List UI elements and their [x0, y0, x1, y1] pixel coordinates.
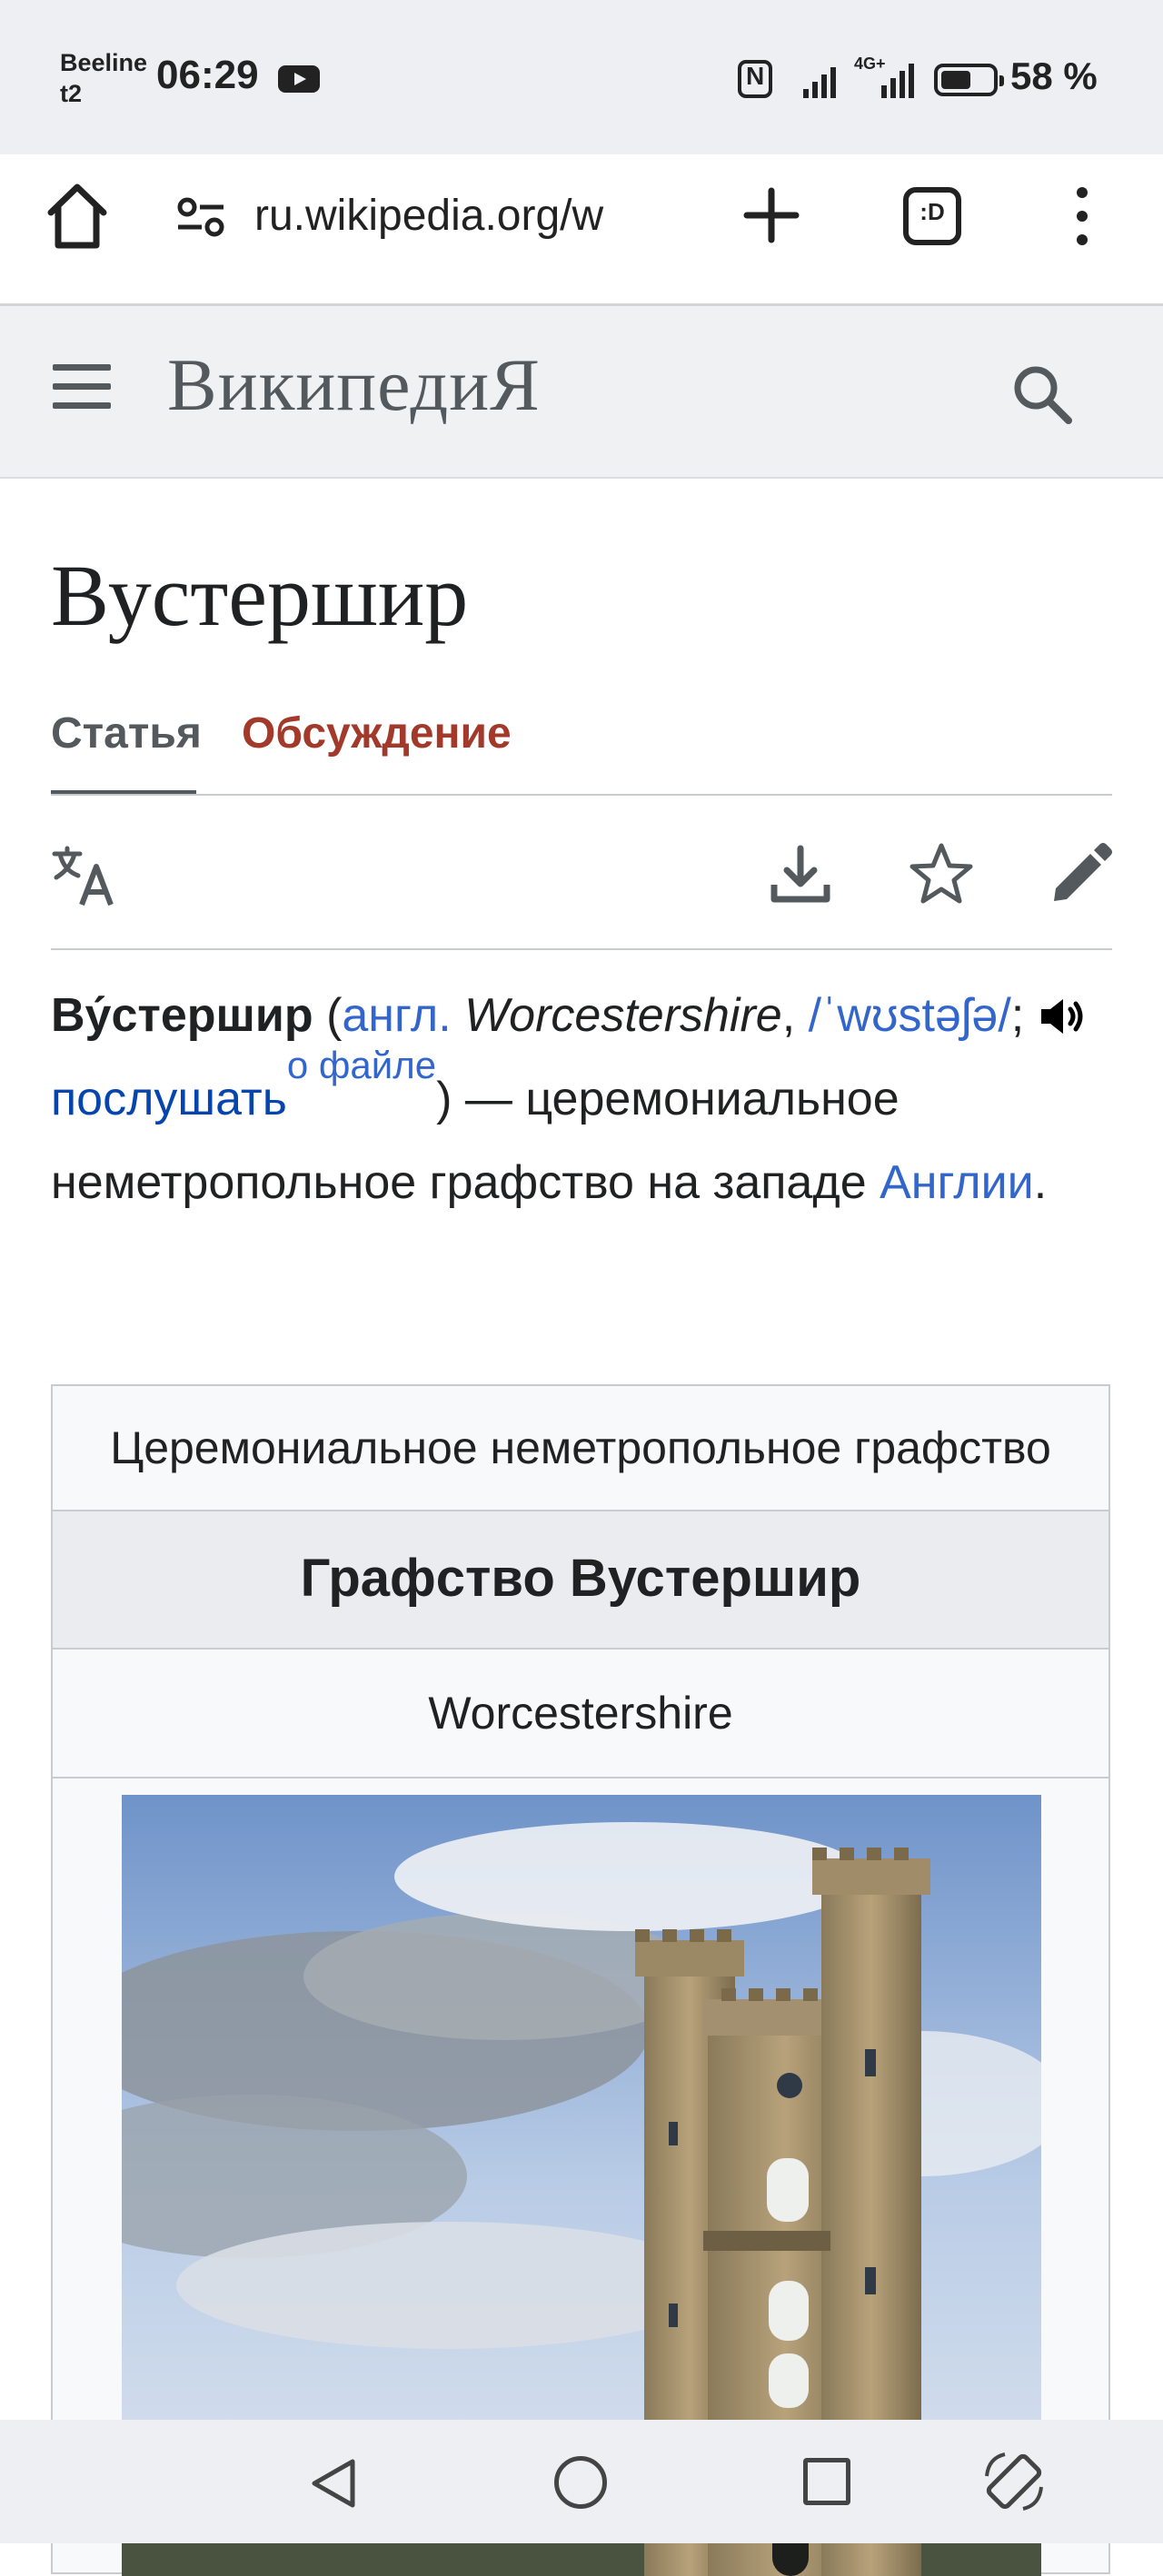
divider [51, 948, 1112, 950]
english-name: Worcestershire [451, 989, 782, 1042]
lead-text: . [1033, 1156, 1048, 1209]
signal-icon [803, 60, 836, 98]
lead-text: ; [1010, 989, 1038, 1042]
lead-text: , [781, 989, 809, 1042]
tab-article[interactable]: Статья [51, 708, 202, 758]
url-text[interactable]: ru.wikipedia.org/w [254, 191, 603, 241]
link-ipa[interactable]: /ˈwʊstəʃə/ [809, 989, 1011, 1042]
infobox-title: Графство Вустершир [53, 1511, 1108, 1650]
site-settings-icon[interactable] [176, 196, 225, 238]
tabs-icon[interactable]: :D [903, 187, 961, 245]
recents-icon[interactable] [803, 2458, 850, 2505]
lead-bold-name: Ву́стершир [51, 989, 313, 1042]
lead-text: ( [313, 989, 343, 1042]
nfc-icon [738, 60, 772, 98]
back-icon[interactable] [307, 2456, 358, 2511]
youtube-notification-icon [278, 65, 320, 93]
download-icon[interactable] [769, 843, 832, 907]
link-listen[interactable]: послушать [51, 1073, 287, 1125]
divider [51, 794, 1112, 796]
link-england[interactable]: Англии [880, 1156, 1034, 1209]
battery-percent: 58 % [1010, 54, 1098, 97]
translate-icon[interactable] [51, 843, 116, 908]
status-bar: Beeline t2 06:29 4G+ 58 % ru.wikipedia.o… [0, 0, 1163, 280]
carrier-line-1: Beeline [60, 49, 148, 76]
infobox: Церемониальное неметропольное графство Г… [51, 1384, 1110, 2576]
signal-icon-2 [881, 60, 914, 98]
status-time: 06:29 [156, 53, 259, 97]
lead-paragraph: Ву́стершир (англ. Worcestershire, /ˈwʊst… [51, 974, 1105, 1224]
tab-talk[interactable]: Обсуждение [242, 708, 512, 758]
system-nav-bar [0, 2420, 1163, 2543]
wikipedia-wordmark[interactable]: ВикипедиЯ [167, 342, 541, 428]
battery-icon [934, 64, 1004, 96]
address-bar[interactable]: ru.wikipedia.org/w [153, 154, 692, 280]
home-icon[interactable] [45, 180, 109, 253]
infobox-type: Церемониальное неметропольное графство [53, 1386, 1108, 1511]
tabs-count: :D [919, 198, 945, 225]
search-icon[interactable] [1009, 361, 1078, 430]
wiki-header: ВикипедиЯ [0, 306, 1163, 479]
infobox-english-name: Worcestershire [53, 1650, 1108, 1778]
carrier-line-2: t2 [60, 80, 83, 107]
more-vert-icon[interactable] [1076, 187, 1088, 245]
link-file-info[interactable]: о файле [287, 1044, 436, 1086]
lead-text: ) — [436, 1073, 526, 1125]
star-icon[interactable] [909, 841, 974, 907]
menu-icon[interactable] [53, 364, 111, 415]
speaker-icon[interactable] [1038, 996, 1090, 1036]
link-english-lang[interactable]: англ. [342, 989, 451, 1042]
rotate-icon[interactable] [981, 2449, 1047, 2514]
home-circle-icon[interactable] [554, 2456, 607, 2509]
plus-icon[interactable] [743, 187, 800, 243]
carrier-label: Beeline t2 [60, 47, 147, 109]
edit-icon[interactable] [1049, 841, 1112, 905]
page-title: Вустершир [51, 547, 469, 644]
